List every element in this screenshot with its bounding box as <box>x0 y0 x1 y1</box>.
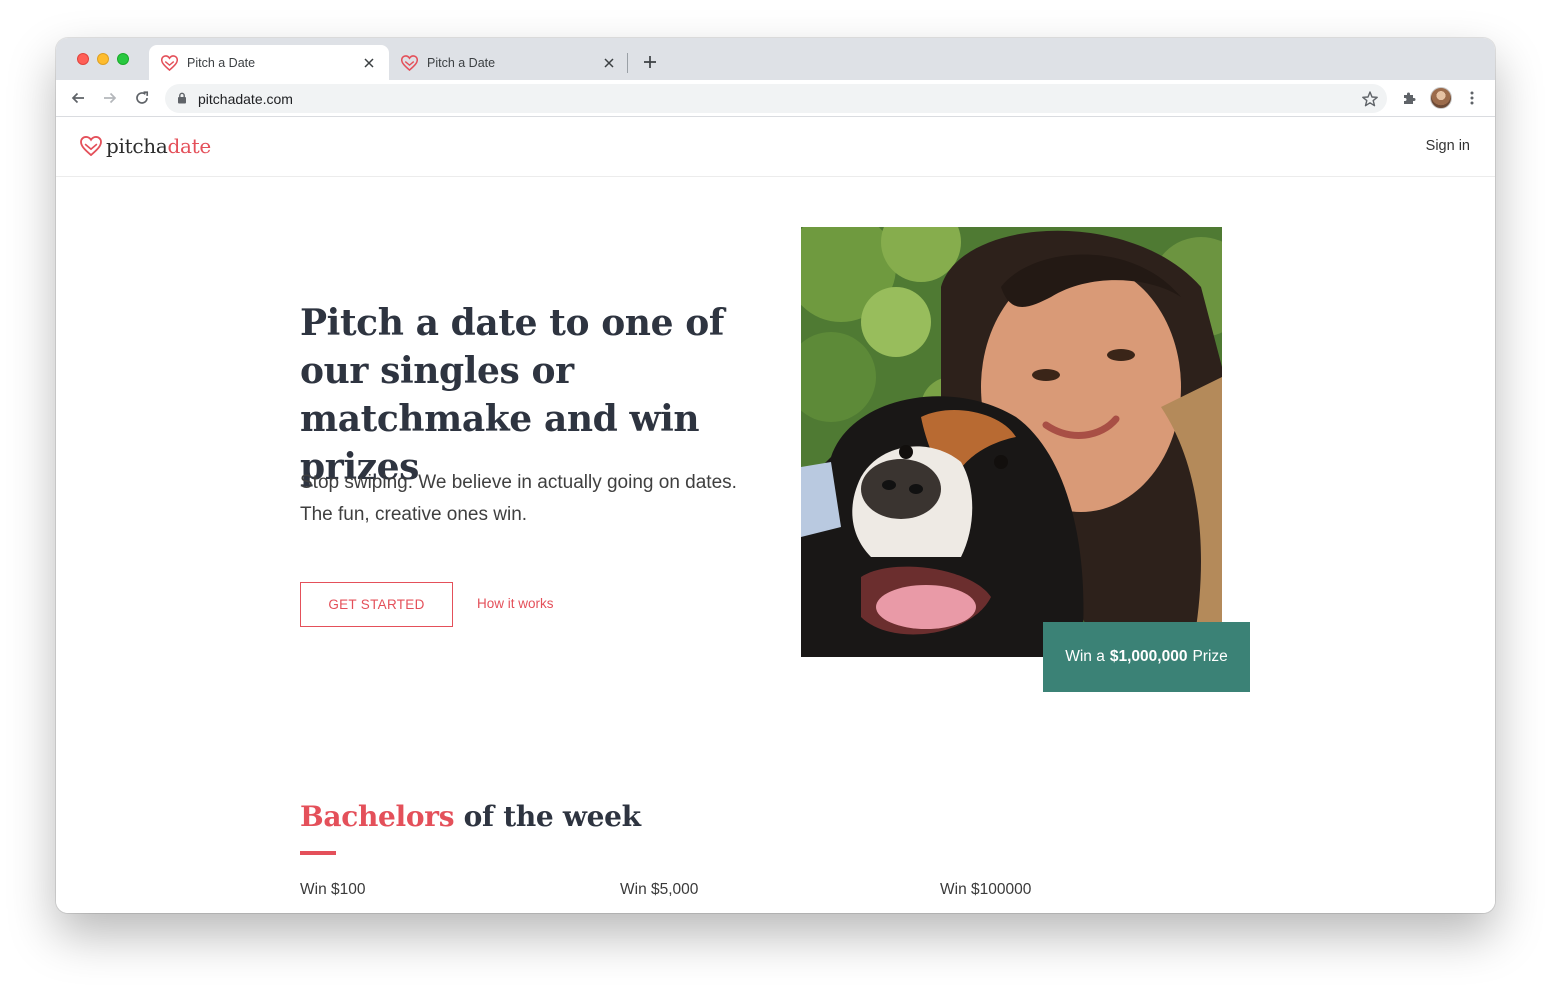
close-tab-icon[interactable] <box>361 55 377 71</box>
close-tab-icon[interactable] <box>601 55 617 71</box>
forward-button[interactable] <box>100 88 120 108</box>
prize-badge[interactable]: Win a $1,000,000 Prize <box>1043 622 1250 692</box>
prize-label-1: Win $100 <box>300 881 366 898</box>
hero-subtitle: Stop swiping. We believe in actually goi… <box>300 472 737 525</box>
tab-title: Pitch a Date <box>187 55 256 70</box>
browser-window: Pitch a Date Pitch a Date pitchadate.com… <box>56 38 1495 913</box>
heart-logo-icon <box>80 136 102 156</box>
woman-with-dog-photo <box>801 227 1222 657</box>
prize-label-2: Win $5,000 <box>620 881 699 898</box>
site-logo[interactable]: pitchadate <box>80 134 211 158</box>
kebab-menu-icon <box>1470 91 1474 105</box>
get-started-button[interactable]: GET STARTED <box>300 582 453 627</box>
prize-badge-suffix: Prize <box>1192 648 1228 665</box>
arrow-left-icon <box>71 92 84 104</box>
browser-tab-1[interactable]: Pitch a Date <box>149 45 389 80</box>
prize-badge-amount: $1,000,000 <box>1109 648 1188 665</box>
prize-badge-prefix: Win a <box>1065 648 1105 665</box>
tab-separator <box>627 53 628 73</box>
reload-icon <box>136 91 149 104</box>
arrow-right-icon <box>104 92 117 104</box>
extensions-button[interactable] <box>1399 88 1419 108</box>
profile-avatar[interactable] <box>1430 87 1452 109</box>
maximize-window-button[interactable] <box>117 53 129 65</box>
logo-text-dark: pitcha <box>106 134 168 158</box>
lock-icon <box>175 91 189 105</box>
back-button[interactable] <box>68 88 88 108</box>
hero-photo <box>801 227 1222 657</box>
browser-tab-2[interactable]: Pitch a Date <box>389 45 629 80</box>
prize-label-3: Win $100000 <box>940 881 1032 898</box>
tab-strip: Pitch a Date Pitch a Date <box>56 38 1495 80</box>
url-text: pitchadate.com <box>198 91 293 107</box>
heart-favicon-icon <box>161 54 179 72</box>
bachelors-section-title: Bachelors of the week <box>300 800 641 833</box>
close-window-button[interactable] <box>77 53 89 65</box>
minimize-window-button[interactable] <box>97 53 109 65</box>
puzzle-icon <box>1404 92 1416 104</box>
web-page: pitchadate Sign in Pitch a date to one o… <box>56 117 1495 913</box>
section-divider <box>300 851 336 855</box>
how-it-works-link[interactable]: How it works <box>477 596 554 611</box>
plus-icon <box>644 56 656 68</box>
bookmark-star-icon[interactable] <box>1361 90 1379 108</box>
address-bar[interactable]: pitchadate.com <box>165 84 1387 113</box>
logo-wordmark: pitchadate <box>106 134 211 158</box>
browser-menu-button[interactable] <box>1462 88 1482 108</box>
site-header: pitchadate Sign in <box>56 117 1495 177</box>
section-title-accent: Bachelors <box>300 800 455 833</box>
tab-title: Pitch a Date <box>427 55 496 70</box>
heart-favicon-icon <box>401 54 419 72</box>
reload-button[interactable] <box>132 88 152 108</box>
browser-toolbar: pitchadate.com <box>56 80 1495 117</box>
new-tab-button[interactable] <box>640 52 660 72</box>
logo-text-accent: date <box>167 134 211 158</box>
sign-in-link[interactable]: Sign in <box>1426 138 1470 154</box>
hero-title: Pitch a date to one of our singles or ma… <box>300 302 724 488</box>
section-title-rest: of the week <box>463 800 641 833</box>
